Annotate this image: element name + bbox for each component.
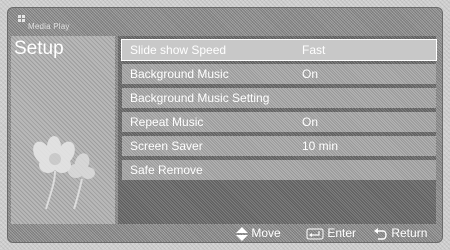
footer-enter: Enter [306, 226, 356, 240]
footer-move-label: Move [251, 226, 281, 240]
footer-enter-label: Enter [327, 226, 357, 240]
menu-item-background-music[interactable]: Background Music On [122, 64, 436, 84]
menu-item-safe-remove[interactable]: Safe Remove [122, 160, 436, 180]
menu-item-repeat-music[interactable]: Repeat Music On [122, 112, 436, 132]
menu-item-value: 10 min [302, 139, 339, 153]
menu-item-value: On [302, 115, 319, 129]
brand-text: Media Play [28, 22, 70, 31]
footer-return-label: Return [391, 226, 428, 240]
flower-decoration-icon [33, 136, 95, 210]
return-icon [374, 227, 387, 240]
menu-item-background-music-setting[interactable]: Background Music Setting [122, 88, 436, 108]
enter-icon [306, 228, 324, 240]
footer-return: Return [374, 226, 427, 241]
menu-item-value: On [302, 67, 319, 81]
updown-arrows-icon [236, 226, 248, 241]
tv-screen: Media Play Setup Slide show Speed Fast B… [0, 0, 450, 250]
menu-list: Slide show Speed Fast Background Music O… [121, 39, 437, 184]
menu-item-label: Repeat Music [130, 115, 204, 129]
brand-logo-icon [18, 15, 26, 23]
menu-item-label: Safe Remove [130, 163, 203, 177]
menu-item-label: Slide show Speed [130, 43, 227, 57]
menu-item-label: Background Music [130, 67, 229, 81]
menu-item-screen-saver[interactable]: Screen Saver 10 min [122, 136, 436, 156]
footer-move: Move [236, 226, 281, 241]
menu-item-label: Background Music Setting [130, 91, 270, 105]
page-title: Setup [14, 38, 64, 59]
menu-item-slide-show-speed[interactable]: Slide show Speed Fast [121, 39, 437, 61]
menu-item-label: Screen Saver [130, 139, 203, 153]
brand: Media Play [18, 14, 78, 34]
menu-item-value: Fast [302, 43, 326, 57]
footer-help: Move Enter Return [120, 224, 436, 242]
